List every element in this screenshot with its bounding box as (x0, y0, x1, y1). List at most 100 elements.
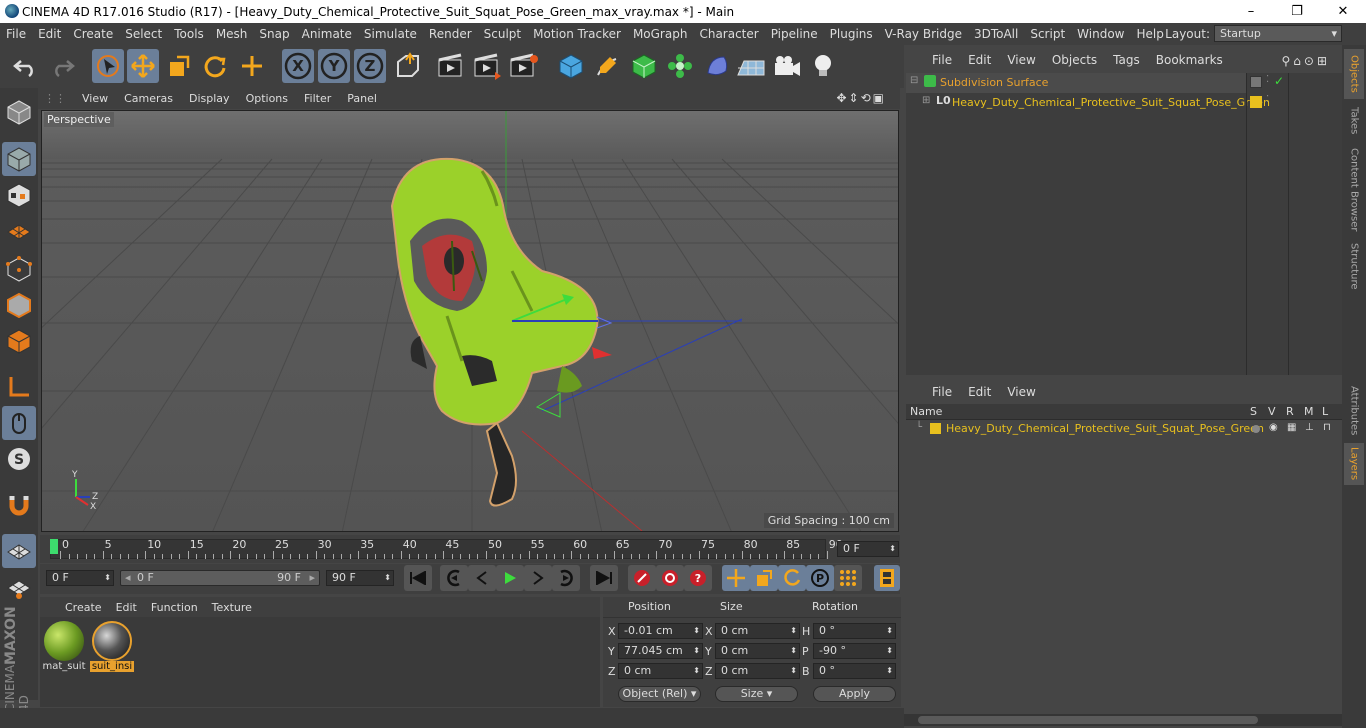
next-key-button[interactable] (552, 565, 580, 591)
deformer-button[interactable] (701, 49, 733, 83)
viewport-menu-options[interactable]: Options (238, 92, 296, 105)
layer-color-swatch[interactable] (1250, 76, 1262, 88)
menu-file[interactable]: File (0, 27, 32, 41)
floor-button[interactable] (735, 49, 767, 83)
preview-range-slider[interactable]: ◂ 0 F 90 F ▸ (120, 570, 320, 586)
tab-layers[interactable]: Layers (1344, 443, 1364, 485)
maximize-button[interactable]: ❐ (1274, 0, 1320, 23)
workplane-mode-button[interactable] (2, 214, 36, 248)
material-menu-create[interactable]: Create (58, 601, 109, 614)
pos-z-field[interactable]: 0 cm ⬍ (618, 663, 703, 679)
object-menu-view[interactable]: View (999, 53, 1043, 67)
snapping-button[interactable] (2, 488, 36, 522)
pos-y-field[interactable]: 77.045 cm ⬍ (618, 643, 703, 659)
column-locked[interactable]: L (1322, 405, 1328, 418)
end-frame-field[interactable]: 90 F ⬍ (326, 570, 394, 586)
layer-row[interactable]: └ Heavy_Duty_Chemical_Protective_Suit_Sq… (906, 421, 1342, 437)
object-menu-edit[interactable]: Edit (960, 53, 999, 67)
lock-icon[interactable]: ⊓ (1323, 422, 1331, 433)
menu-edit[interactable]: Edit (32, 27, 67, 41)
menu-create[interactable]: Create (67, 27, 119, 41)
layer-color-swatch[interactable] (1250, 96, 1262, 108)
visibility-dots-icon[interactable]: ⁚ (1266, 74, 1269, 85)
menu-window[interactable]: Window (1071, 27, 1130, 41)
menu-simulate[interactable]: Simulate (358, 27, 423, 41)
object-row-suit[interactable]: ⊞ L0 Heavy_Duty_Chemical_Protective_Suit… (906, 93, 1270, 113)
axis-mode-button[interactable] (2, 370, 36, 404)
column-render[interactable]: R (1286, 405, 1294, 418)
record-key-button[interactable] (628, 565, 656, 591)
render-clapper-icon[interactable]: ▦ (1287, 422, 1296, 433)
previous-frame-button[interactable] (468, 565, 496, 591)
object-menu-tags[interactable]: Tags (1105, 53, 1148, 67)
key-pla-toggle[interactable] (834, 565, 862, 591)
live-selection-button[interactable] (92, 49, 124, 83)
menu-tools[interactable]: Tools (168, 27, 210, 41)
menu-render[interactable]: Render (423, 27, 478, 41)
menu-mograph[interactable]: MoGraph (627, 27, 694, 41)
tab-content-browser[interactable]: Content Browser (1344, 145, 1364, 235)
keyframe-selection-button[interactable]: ? (684, 565, 712, 591)
current-frame-field[interactable]: 0 F ⬍ (837, 541, 899, 557)
tab-objects[interactable]: Objects (1344, 49, 1364, 99)
expand-toggle-icon[interactable]: ⊞ (922, 95, 930, 106)
play-button[interactable] (496, 565, 524, 591)
material-swatch-selected[interactable]: suit_insi (90, 619, 134, 677)
layer-scrollbar[interactable] (904, 714, 1342, 726)
solo-mode-button[interactable]: S (2, 442, 36, 476)
model-mode-button[interactable] (2, 142, 36, 176)
viewport-menu-cameras[interactable]: Cameras (116, 92, 181, 105)
undo-button[interactable] (10, 49, 42, 83)
timeline-window-button[interactable] (874, 565, 900, 591)
size-mode-dropdown[interactable]: Size ▾ (715, 686, 798, 702)
menu-vray-bridge[interactable]: V-Ray Bridge (879, 27, 968, 41)
enabled-check-icon[interactable]: ✓ (1274, 74, 1284, 88)
menu-motion-tracker[interactable]: Motion Tracker (527, 27, 627, 41)
key-position-toggle[interactable] (722, 565, 750, 591)
object-row-subdivision[interactable]: ⊟ Subdivision Surface (906, 73, 1246, 93)
layer-menu-file[interactable]: File (924, 385, 960, 399)
perspective-viewport[interactable]: Y Z X Perspective Grid Spacing : 100 cm (41, 110, 899, 532)
menu-select[interactable]: Select (119, 27, 168, 41)
rotate-tool-button[interactable] (199, 49, 231, 83)
collapse-toggle-icon[interactable]: ⊟ (910, 75, 918, 86)
camera-button[interactable] (771, 49, 803, 83)
edges-mode-button[interactable] (2, 288, 36, 322)
move-tool-button[interactable] (127, 49, 159, 83)
rot-p-field[interactable]: -90 ° ⬍ (813, 643, 896, 659)
size-z-field[interactable]: 0 cm ⬍ (715, 663, 800, 679)
menu-animate[interactable]: Animate (296, 27, 358, 41)
timeline-ruler[interactable]: 0 5 10 15 20 25 30 35 40 45 50 55 60 65 70 75 80 85 90 0 F… (40, 535, 900, 563)
solo-dot-icon[interactable] (1252, 425, 1260, 433)
object-menu-objects[interactable]: Objects (1044, 53, 1105, 67)
next-frame-button[interactable] (524, 565, 552, 591)
locked-workplane-button[interactable] (2, 570, 36, 604)
layout-dropdown[interactable]: Startup ▾ (1214, 25, 1342, 42)
cloner-button[interactable] (664, 49, 696, 83)
menu-sculpt[interactable]: Sculpt (478, 27, 527, 41)
layer-menu-view[interactable]: View (999, 385, 1043, 399)
size-x-field[interactable]: 0 cm ⬍ (715, 623, 800, 639)
menu-pipeline[interactable]: Pipeline (765, 27, 824, 41)
render-settings-button[interactable] (508, 49, 540, 83)
close-button[interactable]: ✕ (1320, 0, 1366, 23)
material-menu-edit[interactable]: Edit (109, 601, 144, 614)
key-scale-toggle[interactable] (750, 565, 778, 591)
column-manager[interactable]: M (1304, 405, 1314, 418)
column-solo[interactable]: S (1250, 405, 1257, 418)
coordinate-system-button[interactable] (392, 49, 424, 83)
y-axis-lock-button[interactable]: Y (318, 49, 350, 83)
scrollbar-thumb[interactable] (918, 716, 1258, 724)
material-menu-function[interactable]: Function (144, 601, 205, 614)
render-view-button[interactable] (436, 49, 468, 83)
pos-x-field[interactable]: -0.01 cm ⬍ (618, 623, 703, 639)
redo-button[interactable] (46, 49, 78, 83)
manager-icon[interactable]: ⊥ (1305, 422, 1314, 433)
go-to-end-button[interactable] (590, 565, 618, 591)
material-swatch[interactable]: mat_suit (42, 619, 86, 677)
viewport-menu-filter[interactable]: Filter (296, 92, 339, 105)
menu-plugins[interactable]: Plugins (824, 27, 879, 41)
viewport-menu-display[interactable]: Display (181, 92, 238, 105)
polygons-mode-button[interactable] (2, 324, 36, 358)
workplane-grid-button[interactable] (2, 534, 36, 568)
